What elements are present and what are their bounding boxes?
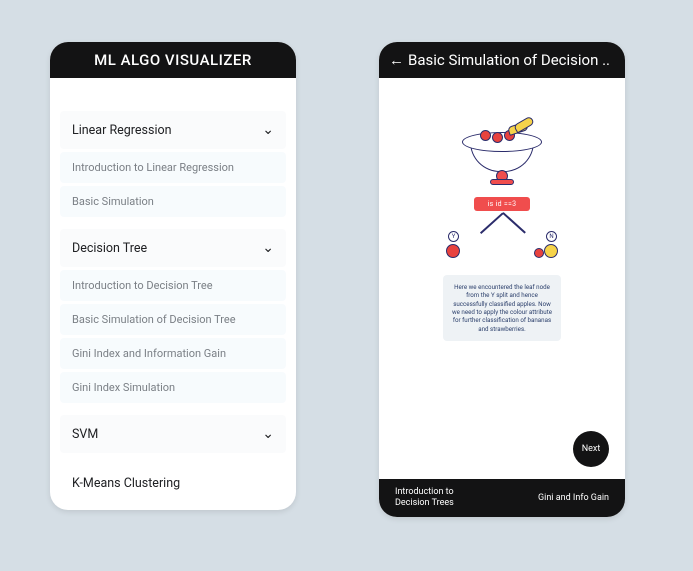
sub-item-gini-info[interactable]: Gini Index and Information Gain: [60, 338, 286, 369]
spacer: [60, 456, 286, 462]
leaf-no: N: [540, 241, 562, 261]
section-svm[interactable]: SVM ⌄: [60, 415, 286, 453]
apple-icon: [492, 132, 503, 143]
chevron-down-icon: ⌄: [262, 122, 274, 138]
sub-item-basic-sim-dtree[interactable]: Basic Simulation of Decision Tree: [60, 304, 286, 335]
section-label: Decision Tree: [72, 241, 147, 256]
yes-badge: Y: [448, 231, 459, 242]
edge-right-icon: [502, 212, 525, 233]
section-decision-tree[interactable]: Decision Tree ⌄: [60, 229, 286, 267]
spacer: [60, 220, 286, 226]
section-linear-regression[interactable]: Linear Regression ⌄: [60, 111, 286, 149]
spacer: [60, 505, 286, 510]
section-label: SVM: [72, 427, 98, 442]
bottom-nav-prev[interactable]: Introduction to Decision Trees: [395, 487, 485, 509]
back-arrow-icon[interactable]: ←: [389, 53, 404, 68]
app-bar-detail: ← Basic Simulation of Decision ..: [379, 42, 625, 78]
next-label: Next: [582, 444, 601, 454]
fruit-bowl-illustration: [462, 132, 542, 187]
spacer: [60, 86, 286, 108]
section-kmeans[interactable]: K-Means Clustering: [60, 465, 286, 502]
sub-item-intro-linreg[interactable]: Introduction to Linear Regression: [60, 152, 286, 183]
sub-item-gini-sim[interactable]: Gini Index Simulation: [60, 372, 286, 403]
strawberry-icon: [534, 248, 544, 258]
apple-icon: [446, 244, 460, 258]
algo-list: Linear Regression ⌄ Introduction to Line…: [50, 78, 296, 510]
tree-edges: [447, 213, 557, 241]
section-label: K-Means Clustering: [72, 476, 180, 491]
next-button[interactable]: Next: [573, 431, 609, 467]
info-box: Here we encountered the leaf node from t…: [443, 275, 561, 341]
apple-icon: [480, 130, 491, 141]
section-label: Linear Regression: [72, 123, 172, 138]
edge-left-icon: [480, 212, 503, 233]
phone-list: ML ALGO VISUALIZER Linear Regression ⌄ I…: [50, 42, 296, 510]
leaf-yes: Y: [442, 241, 464, 261]
phone-detail: ← Basic Simulation of Decision .. is id …: [379, 42, 625, 517]
sub-item-intro-dtree[interactable]: Introduction to Decision Tree: [60, 270, 286, 301]
no-badge: N: [546, 231, 557, 242]
sub-item-basic-sim-linreg[interactable]: Basic Simulation: [60, 186, 286, 217]
detail-title: Basic Simulation of Decision ..: [408, 51, 610, 69]
chevron-down-icon: ⌄: [262, 240, 274, 256]
bottom-nav: Introduction to Decision Trees Gini and …: [379, 479, 625, 517]
bottom-nav-next[interactable]: Gini and Info Gain: [538, 493, 609, 503]
bowl-base-icon: [490, 179, 514, 185]
app-bar: ML ALGO VISUALIZER: [50, 42, 296, 78]
banana-icon: [544, 244, 558, 258]
leaf-row: Y N: [442, 241, 562, 261]
chevron-down-icon: ⌄: [262, 426, 274, 442]
node-condition-label: is id ==3: [474, 197, 531, 211]
detail-body: is id ==3 Y N Here we encountered the le…: [379, 78, 625, 479]
app-title: ML ALGO VISUALIZER: [94, 51, 252, 69]
spacer: [60, 406, 286, 412]
